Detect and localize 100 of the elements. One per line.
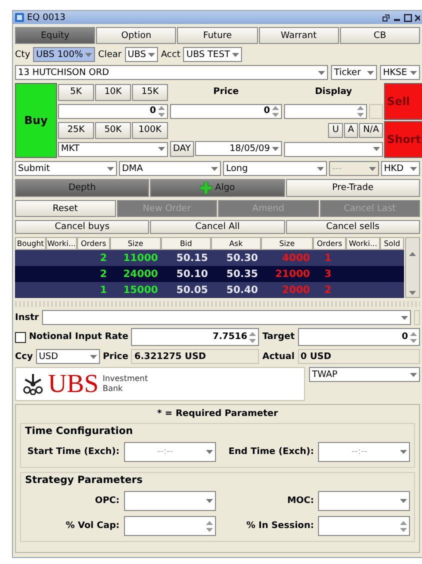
panel-button[interactable]: Algo — [150, 179, 285, 197]
account-dropdown[interactable]: UBS — [124, 47, 158, 62]
date-field[interactable]: 18/05/09 — [194, 141, 282, 156]
flag-button[interactable]: N/A — [359, 122, 383, 138]
routing-dropdown[interactable]: HKD — [381, 161, 420, 176]
table-cell-text: 2 — [99, 252, 108, 264]
caret-icon — [206, 499, 212, 503]
restore-icon[interactable] — [382, 14, 390, 22]
field-label: % In Session: — [245, 521, 314, 531]
parameter-spinner[interactable] — [318, 516, 410, 536]
table-cell-text: 2 — [99, 268, 108, 280]
parameter-dropdown[interactable] — [318, 491, 410, 511]
field-label: Cty — [15, 50, 30, 60]
maximize-icon[interactable] — [404, 14, 412, 22]
tab[interactable]: Equity — [15, 27, 96, 44]
field-label: OPC: — [94, 496, 120, 506]
tab[interactable]: CB — [340, 27, 420, 44]
currency-dropdown[interactable]: USD — [36, 349, 100, 364]
caret-icon — [272, 146, 279, 150]
depth-row[interactable]: 2 24000 50.10 50.35 21000 3 — [15, 266, 404, 282]
table-cell-text: 15000 — [122, 284, 159, 296]
table-cell-text: 50.05 — [175, 284, 209, 296]
quantity-field[interactable]: 0 — [58, 104, 168, 118]
flag-button[interactable]: U — [328, 122, 343, 138]
buy-button[interactable]: Buy — [15, 83, 57, 158]
caret-icon — [211, 166, 218, 170]
table-cell-text: 1 — [99, 284, 108, 296]
depth-row[interactable]: 1 15000 50.05 50.40 2000 2 — [15, 282, 404, 298]
cancel-button[interactable]: Cancel buys — [15, 220, 150, 234]
field-label: Rate — [104, 332, 128, 342]
table-cell-text: 24000 — [122, 268, 159, 280]
panel-button[interactable]: Depth — [15, 179, 150, 197]
quantity-preset-button[interactable]: 10K — [95, 84, 131, 100]
scroll-up-icon[interactable] — [409, 252, 416, 256]
quantity-preset-button[interactable]: 15K — [132, 84, 168, 100]
account-dropdown[interactable]: UBS TEST — [183, 47, 242, 62]
exchange-dropdown[interactable]: HKSE — [380, 65, 420, 80]
field-label: % Vol Cap: — [64, 521, 120, 531]
table-cell-text: 50.15 — [175, 252, 209, 264]
order-type-dropdown[interactable]: MKT — [58, 142, 168, 156]
depth-row[interactable]: 2 11000 50.15 50.30 4000 1 — [15, 250, 404, 266]
checkbox[interactable] — [15, 332, 26, 342]
rate-field[interactable]: 7.7516 — [131, 328, 260, 346]
scrollbar[interactable] — [405, 237, 420, 298]
caret-icon — [232, 52, 239, 56]
tab[interactable]: Warrant — [258, 27, 339, 44]
field-label: MOC: — [286, 496, 314, 506]
strategy-dropdown[interactable]: TWAP — [309, 367, 420, 382]
caret-icon — [317, 166, 324, 170]
field-label: Actual — [262, 352, 295, 362]
tab[interactable]: Future — [177, 27, 258, 44]
table-cell-text: 50.10 — [175, 268, 209, 280]
instrument-field[interactable] — [42, 310, 411, 325]
quantity-preset-button[interactable]: 5K — [58, 84, 94, 100]
logo-subtitle: Investment Bank — [102, 374, 148, 394]
id-type-dropdown[interactable]: Ticker — [331, 65, 377, 80]
quantity-preset-button[interactable]: 25K — [58, 122, 94, 138]
cancel-button[interactable]: Cancel sells — [286, 220, 420, 234]
caret-icon — [400, 499, 407, 503]
parameter-spinner[interactable] — [124, 516, 216, 536]
table-cell-text: 1 — [324, 252, 332, 264]
display-field[interactable] — [284, 104, 367, 118]
checkbox-label[interactable]: Notional Input — [29, 332, 102, 342]
routing-dropdown[interactable]: Long — [223, 161, 327, 176]
field-label: Instr — [15, 312, 39, 322]
tif-button[interactable]: DAY — [170, 141, 194, 157]
caret-icon — [410, 166, 417, 170]
tab[interactable]: Option — [96, 27, 176, 44]
table-cell-text: 50.40 — [225, 284, 259, 296]
caret-icon — [158, 147, 165, 151]
instrument-field[interactable]: 13 HUTCHISON ORD — [15, 65, 328, 80]
spinner-icon — [400, 520, 407, 532]
caret-icon — [400, 450, 407, 454]
scroll-down-icon[interactable] — [409, 291, 416, 295]
routing-dropdown[interactable]: Submit — [15, 161, 117, 176]
group-title: Time Configuration — [25, 426, 134, 437]
caret-icon — [206, 450, 212, 454]
price-field[interactable]: 0 — [170, 104, 282, 118]
spinner-icon — [272, 106, 279, 116]
caret-icon — [369, 166, 376, 170]
cancel-button[interactable]: Cancel All — [150, 220, 285, 234]
field-label: Ccy — [15, 352, 33, 362]
quantity-preset-button[interactable]: 50K — [95, 122, 131, 138]
panel-button[interactable]: Pre-Trade — [286, 179, 420, 197]
field-label: Price — [102, 352, 128, 362]
account-dropdown[interactable]: UBS 100% — [33, 47, 96, 62]
target-field[interactable]: 0 — [298, 328, 420, 346]
price-value: 6.321275 USD — [131, 349, 260, 364]
quantity-preset-button[interactable]: 100K — [132, 122, 168, 138]
close-icon[interactable] — [415, 14, 420, 22]
parameter-dropdown[interactable] — [124, 491, 216, 511]
field-label: Start Time (Exch): — [26, 447, 120, 457]
actual-value: 0 USD — [298, 349, 420, 364]
flag-button[interactable]: A — [344, 122, 358, 138]
dropdown[interactable] — [284, 142, 383, 156]
window-title: EQ 0013 — [27, 12, 67, 22]
action-button[interactable]: Reset — [15, 200, 116, 217]
plus-icon — [200, 182, 212, 194]
price-label: Price — [212, 87, 240, 97]
routing-dropdown[interactable]: DMA — [119, 161, 221, 176]
